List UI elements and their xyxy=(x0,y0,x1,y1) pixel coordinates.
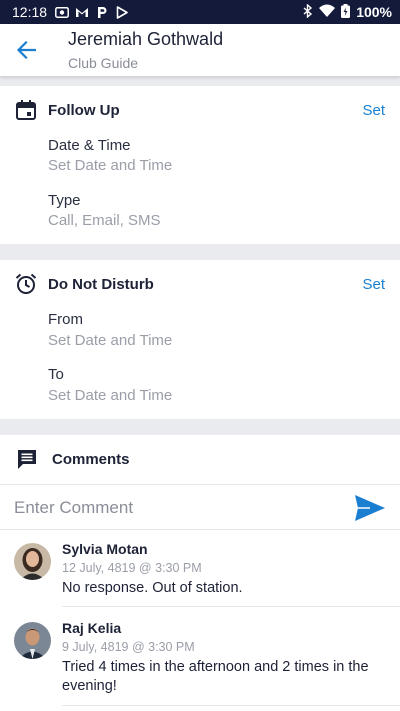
system-icons: 100% xyxy=(303,2,392,21)
alarm-clock-icon xyxy=(15,273,37,294)
do-not-disturb-title: Do Not Disturb xyxy=(48,275,154,293)
comment-author: Sylvia Motan xyxy=(62,541,148,557)
status-time: 12:18 xyxy=(12,4,48,20)
comment-author: Raj Kelia xyxy=(62,620,122,636)
arrow-left-icon xyxy=(16,41,36,59)
bluetooth-icon xyxy=(303,2,313,21)
comment-input[interactable] xyxy=(14,496,334,520)
play-icon xyxy=(115,5,129,19)
avatar xyxy=(14,543,51,580)
comment-text: No response. Out of station. xyxy=(62,580,243,596)
do-not-disturb-header: Do Not Disturb Set xyxy=(0,272,400,296)
divider xyxy=(62,705,400,706)
battery-icon xyxy=(341,3,351,21)
send-button[interactable] xyxy=(352,493,388,523)
follow-up-date-label: Date & Time xyxy=(48,137,131,154)
status-bar: 12:18 100% xyxy=(0,0,400,24)
calendar-icon xyxy=(16,100,36,120)
comment-timestamp: 12 July, 4819 @ 3:30 PM xyxy=(62,561,202,575)
dnd-from-label: From xyxy=(48,311,83,328)
contact-name: Jeremiah Gothwald xyxy=(68,29,224,49)
comment-item: Sylvia Motan 12 July, 4819 @ 3:30 PM No … xyxy=(0,531,400,607)
follow-up-type-label: Type xyxy=(48,192,81,209)
notification-icons xyxy=(55,5,129,19)
wifi-icon xyxy=(319,4,336,20)
follow-up-title: Follow Up xyxy=(48,101,120,119)
comment-input-row xyxy=(0,484,400,530)
comments-header: Comments xyxy=(0,447,400,471)
back-button[interactable] xyxy=(12,36,40,64)
divider xyxy=(62,606,400,607)
follow-up-type-value[interactable]: Call, Email, SMS xyxy=(48,212,161,229)
battery-percent: 100% xyxy=(356,4,392,20)
avatar xyxy=(14,622,51,659)
follow-up-header: Follow Up Set xyxy=(0,98,400,122)
comment-item: Raj Kelia 9 July, 4819 @ 3:30 PM Tried 4… xyxy=(0,608,400,711)
comment-text: Tried 4 times in the afternoon and 2 tim… xyxy=(62,659,369,694)
follow-up-section: Follow Up Set Date & Time Set Date and T… xyxy=(0,86,400,244)
send-icon xyxy=(355,495,385,521)
follow-up-date-value[interactable]: Set Date and Time xyxy=(48,157,172,174)
comment-timestamp: 9 July, 4819 @ 3:30 PM xyxy=(62,640,195,654)
photo-icon xyxy=(55,5,69,19)
gmail-icon xyxy=(75,5,89,19)
dnd-to-label: To xyxy=(48,366,64,383)
dnd-from-value[interactable]: Set Date and Time xyxy=(48,332,172,349)
do-not-disturb-section: Do Not Disturb Set From Set Date and Tim… xyxy=(0,260,400,419)
comments-title: Comments xyxy=(52,450,130,468)
dnd-to-value[interactable]: Set Date and Time xyxy=(48,387,172,404)
comment-icon xyxy=(18,450,36,469)
p-icon xyxy=(95,5,109,19)
contact-role: Club Guide xyxy=(68,55,139,71)
app-header: Jeremiah Gothwald Club Guide xyxy=(0,24,400,76)
follow-up-set-button[interactable]: Set xyxy=(362,102,385,119)
do-not-disturb-set-button[interactable]: Set xyxy=(362,276,385,293)
